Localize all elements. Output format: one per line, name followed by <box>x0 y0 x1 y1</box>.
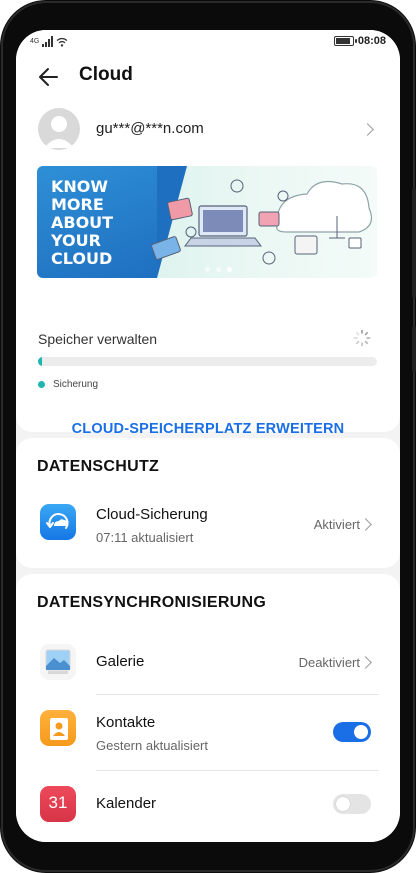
status-right: 08:08 <box>333 35 386 47</box>
user-silhouette-icon <box>44 116 74 148</box>
network-type: 4G <box>30 38 40 45</box>
contacts-icon <box>40 710 76 746</box>
storage-progress-bar <box>38 357 377 366</box>
chevron-right-icon <box>361 123 374 136</box>
loading-spinner-icon <box>353 329 371 347</box>
gallery-icon <box>40 644 76 680</box>
status-bar: 4G 08:08 <box>16 30 400 56</box>
battery-icon <box>333 36 357 46</box>
chevron-right-icon <box>359 656 372 669</box>
account-row[interactable]: gu***@***n.com <box>16 104 400 154</box>
storage-legend: Sicherung <box>38 379 98 390</box>
promo-banner[interactable]: KNOW MORE ABOUT YOUR CLOUD <box>37 166 377 278</box>
cloud-backup-subtitle: 07:11 aktualisiert <box>96 530 194 545</box>
privacy-card: DATENSCHUTZ Cloud-Sicherung 07:11 aktual… <box>16 438 400 568</box>
carousel-indicator <box>205 267 232 272</box>
signal-icon <box>42 36 54 47</box>
app-header: Cloud <box>16 56 400 96</box>
calendar-day-number: 31 <box>48 793 68 812</box>
power-button <box>412 326 416 372</box>
manage-storage-label[interactable]: Speicher verwalten <box>38 331 157 347</box>
cloud-backup-row[interactable]: Cloud-Sicherung 07:11 aktualisiert Aktiv… <box>16 494 400 558</box>
backup-legend-label: Sicherung <box>53 379 99 390</box>
cloud-backup-title: Cloud-Sicherung <box>96 506 208 523</box>
storage-progress-fill <box>38 357 43 366</box>
backup-legend-dot <box>38 381 45 388</box>
privacy-section-title: DATENSCHUTZ <box>37 458 160 475</box>
screen: 4G 08:08 Cloud gu***@***n.com KNOW MORE … <box>16 30 400 842</box>
expand-storage-button[interactable]: CLOUD-SPEICHERPLATZ ERWEITERN <box>16 421 400 437</box>
status-left: 4G <box>30 36 68 47</box>
calendar-row[interactable]: 31 Kalender <box>16 774 400 838</box>
calendar-icon: 31 <box>40 786 76 822</box>
back-arrow-icon[interactable] <box>36 64 62 90</box>
sync-card: DATENSYNCHRONISIERUNG Galerie Deaktivier… <box>16 574 400 842</box>
banner-headline: KNOW MORE ABOUT YOUR CLOUD <box>51 177 114 268</box>
chevron-right-icon <box>359 518 372 531</box>
contacts-sync-toggle[interactable] <box>333 722 371 742</box>
toggle-knob <box>354 725 368 739</box>
calendar-title: Kalender <box>96 795 157 812</box>
account-email: gu***@***n.com <box>96 120 204 137</box>
contacts-title: Kontakte <box>96 714 156 731</box>
status-time: 08:08 <box>357 35 386 47</box>
sync-section-title: DATENSYNCHRONISIERUNG <box>37 594 267 611</box>
account-storage-card: gu***@***n.com KNOW MORE ABOUT YOUR CLOU… <box>16 96 400 437</box>
contacts-row[interactable]: Kontakte Gestern aktualisiert <box>16 698 400 768</box>
divider <box>96 770 379 771</box>
cloud-backup-icon <box>40 504 76 540</box>
contacts-subtitle: Gestern aktualisiert <box>96 738 208 753</box>
volume-button <box>412 188 416 298</box>
phone-frame: 4G 08:08 Cloud gu***@***n.com KNOW MORE … <box>0 0 416 873</box>
toggle-knob <box>336 797 350 811</box>
avatar <box>38 108 80 150</box>
calendar-sync-toggle[interactable] <box>333 794 371 814</box>
wifi-icon <box>56 37 68 47</box>
divider <box>96 694 379 695</box>
page-title: Cloud <box>79 64 133 85</box>
gallery-title: Galerie <box>96 653 145 670</box>
cloud-backup-status: Aktiviert <box>313 517 360 532</box>
gallery-row[interactable]: Galerie Deaktiviert <box>16 632 400 692</box>
gallery-status: Deaktiviert <box>298 655 360 670</box>
